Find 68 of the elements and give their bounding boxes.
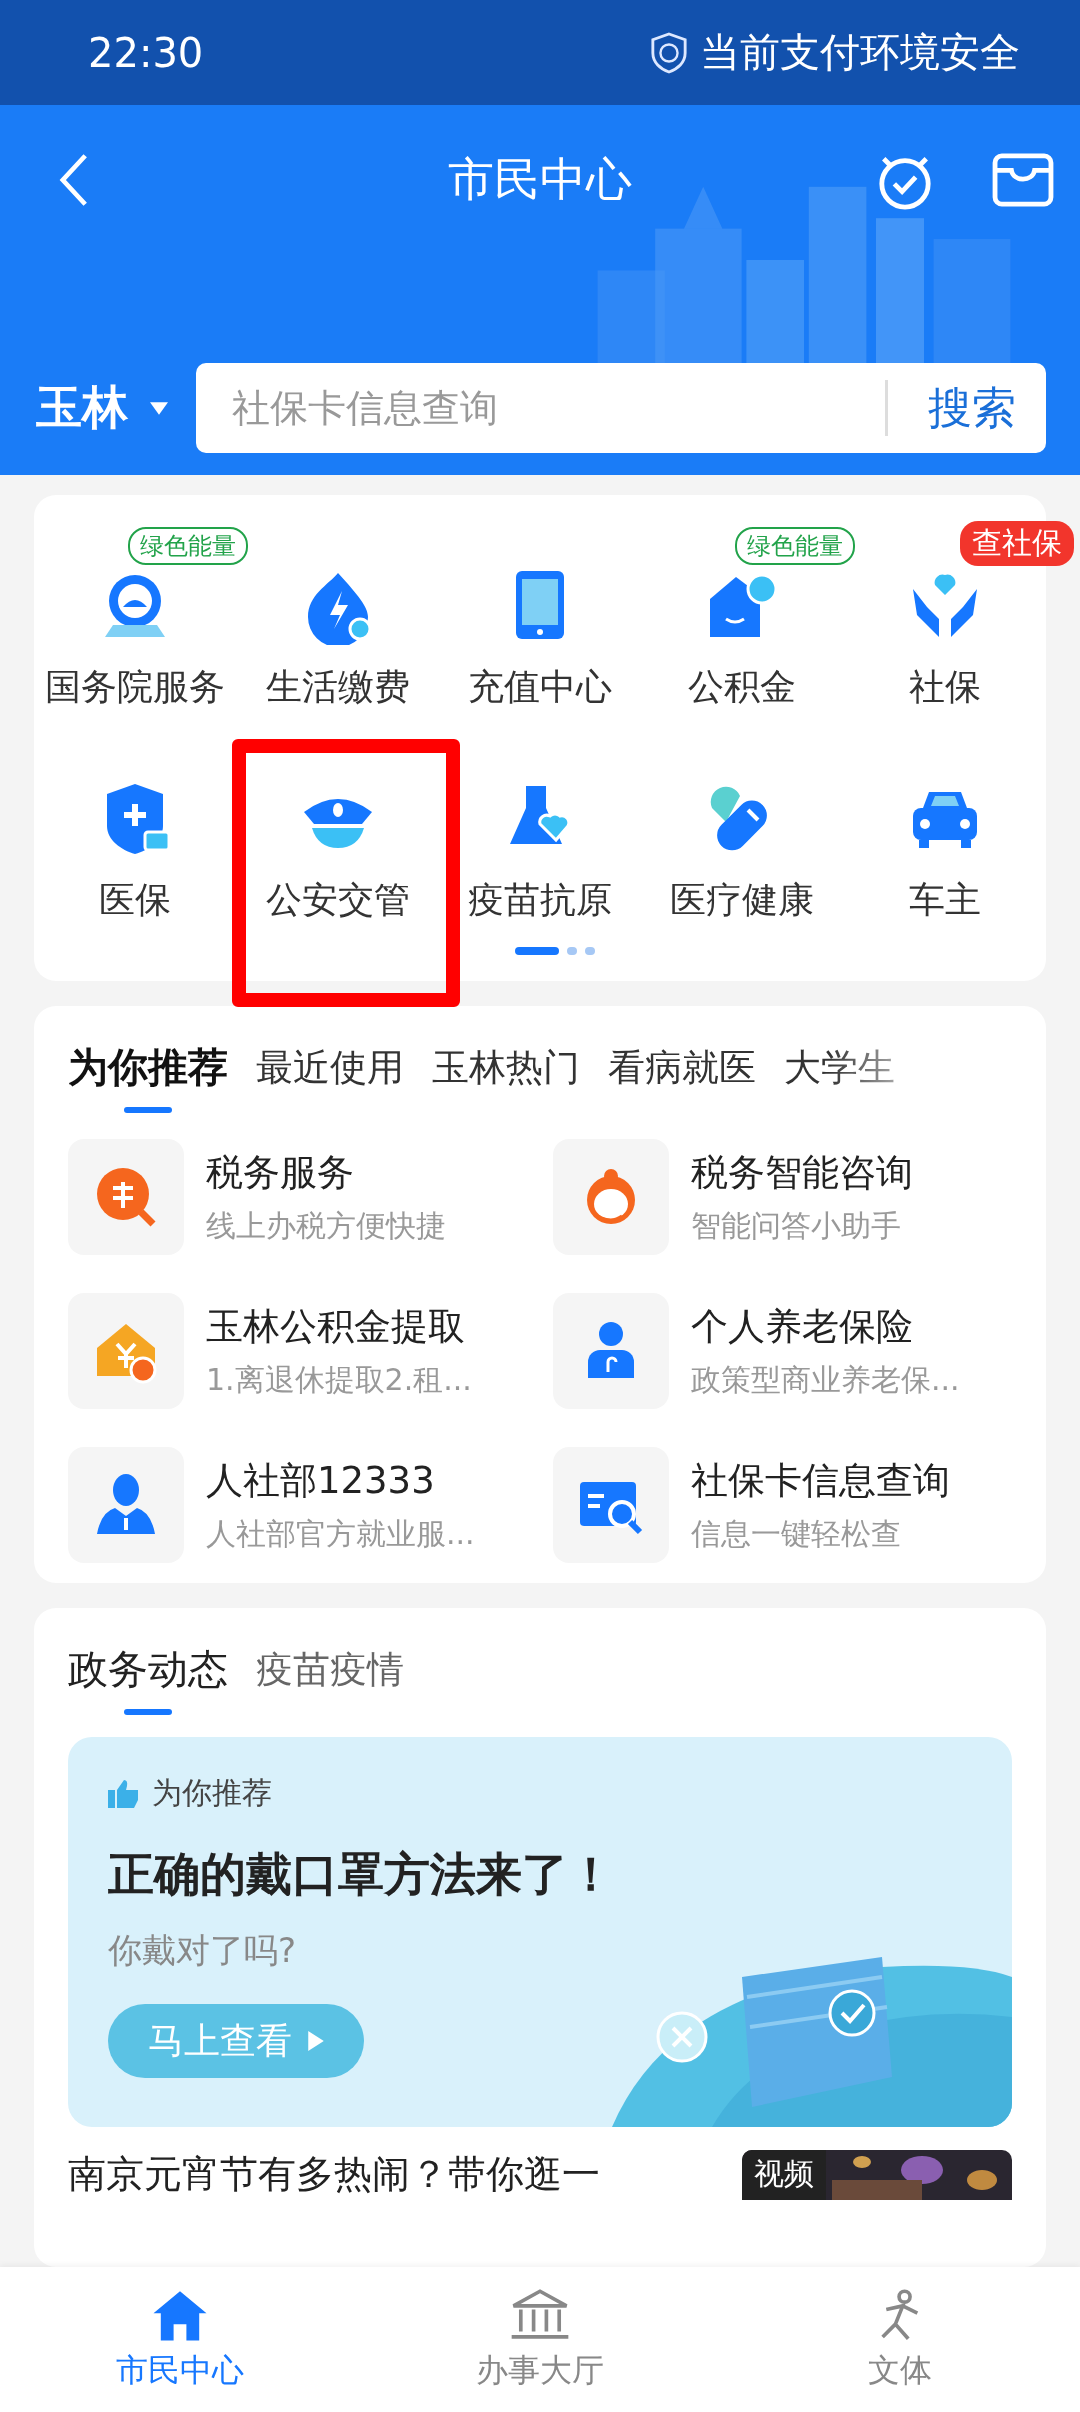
service-subtitle: 政策型商业养老保... [691, 1360, 960, 1399]
wallet-icon[interactable] [992, 153, 1054, 207]
search-field[interactable]: 社保卡信息查询 搜索 [196, 363, 1046, 453]
service-title[interactable]: 税务服务 [206, 1147, 446, 1198]
nav-tab[interactable]: 文体 [720, 2267, 1080, 2412]
service-label: 充值中心 [468, 665, 612, 709]
service-subtitle: 线上办税方便快捷 [206, 1206, 446, 1245]
category-tab[interactable]: 最近使用 [256, 1040, 404, 1113]
page-title: 市民中心 [447, 151, 633, 208]
service-label: 疫苗抗原 [468, 878, 612, 922]
play-icon [308, 2031, 324, 2051]
service-subtitle: 1.离退休提取2.租... [206, 1360, 472, 1399]
service-item[interactable]: 疫苗抗原 [464, 778, 616, 925]
nav-tab[interactable]: 市民中心 [0, 2267, 360, 2412]
service-label: 医保 [99, 878, 172, 922]
security-status: 当前支付环境安全 [700, 28, 1020, 77]
video-label: 视频 [742, 2149, 826, 2200]
service-title[interactable]: 税务智能咨询 [691, 1147, 913, 1198]
service-item[interactable]: 国务院服务 [41, 565, 230, 712]
banner-title: 正确的戴口罩方法来了！ [108, 1846, 614, 1903]
service-badge: 绿色能量 [128, 527, 248, 565]
news-headline[interactable]: 南京元宵节有多热闹？带你逛一 [68, 2149, 600, 2200]
search-button[interactable]: 搜索 [928, 378, 1016, 438]
service-label: 医疗健康 [670, 878, 815, 922]
service-item[interactable]: 医保 [91, 778, 180, 925]
service-item[interactable]: 公积金 [684, 565, 801, 712]
shield-icon [650, 31, 688, 74]
service-icon-tile[interactable] [553, 1293, 669, 1409]
nav-tab[interactable]: 办事大厅 [360, 2267, 720, 2412]
caret-icon[interactable] [150, 401, 168, 415]
service-subtitle: 智能问答小助手 [691, 1206, 902, 1245]
service-badge: 查社保 [959, 521, 1074, 566]
category-tab[interactable]: 大学生 [784, 1040, 895, 1113]
service-label: 国务院服务 [45, 665, 226, 709]
service-icon-tile[interactable] [68, 1139, 184, 1255]
news-tab[interactable]: 疫苗疫情 [256, 1642, 404, 1715]
service-label: 社保 [908, 665, 981, 709]
city-selector[interactable]: 玉林 [36, 377, 128, 439]
service-subtitle: 信息一键轻松查 [691, 1514, 902, 1553]
service-label: 生活缴费 [265, 665, 410, 709]
promo-banner[interactable]: 为你推荐 正确的戴口罩方法来了！ 你戴对了吗? 马上查看 [68, 1737, 1012, 2127]
service-badge: 绿色能量 [735, 527, 856, 565]
category-tab[interactable]: 为你推荐 [68, 1040, 228, 1113]
status-time: 22:30 [88, 29, 204, 76]
service-label: 公积金 [688, 665, 797, 709]
thumbs-up-icon [108, 1779, 140, 1808]
service-title[interactable]: 人社部12333 [206, 1455, 475, 1506]
service-title[interactable]: 个人养老保险 [691, 1301, 960, 1352]
service-title[interactable]: 玉林公积金提取 [206, 1301, 472, 1352]
service-icon-tile[interactable] [553, 1139, 669, 1255]
banner-tag: 为你推荐 [152, 1773, 272, 1814]
service-subtitle: 人社部官方就业服... [206, 1514, 475, 1553]
category-tab[interactable]: 看病就医 [608, 1040, 756, 1113]
service-item[interactable]: 公安交管 [261, 778, 414, 925]
news-tab[interactable]: 政务动态 [68, 1642, 228, 1715]
service-item[interactable]: 车主 [900, 778, 989, 925]
service-item[interactable]: 医疗健康 [666, 778, 819, 925]
service-label: 车主 [908, 878, 981, 922]
service-item[interactable]: 生活缴费 [261, 565, 414, 712]
service-item[interactable]: 社保 [900, 565, 989, 712]
service-icon-tile[interactable] [553, 1447, 669, 1563]
service-label: 公安交管 [265, 878, 410, 922]
service-icon-tile[interactable] [68, 1293, 184, 1409]
banner-subtitle: 你戴对了吗? [108, 1929, 297, 1972]
service-title[interactable]: 社保卡信息查询 [691, 1455, 950, 1506]
service-item[interactable]: 充值中心 [464, 565, 616, 712]
service-icon-tile[interactable] [68, 1447, 184, 1563]
category-tab[interactable]: 玉林热门 [432, 1040, 580, 1113]
